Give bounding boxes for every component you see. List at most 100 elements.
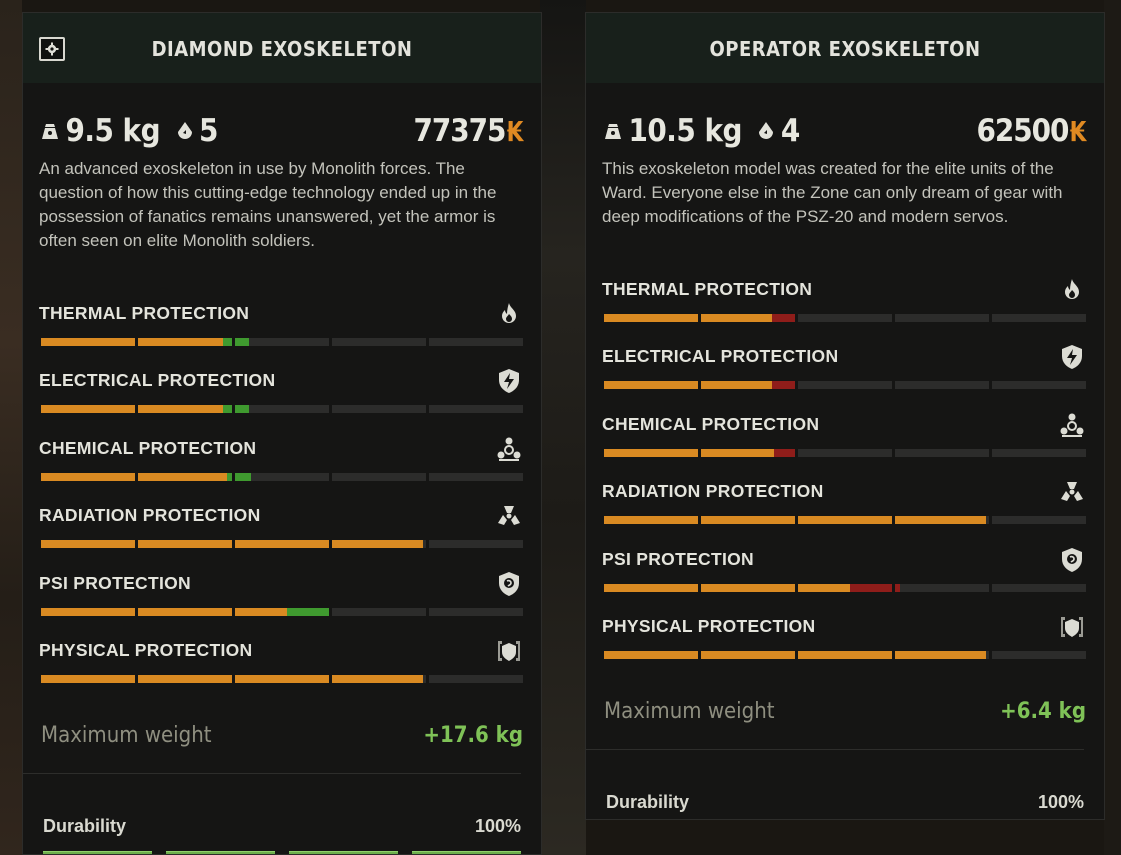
slots-icon xyxy=(759,122,774,139)
protection-bar xyxy=(604,381,1086,390)
protection-bar xyxy=(41,405,523,414)
protection-bar-segment xyxy=(235,472,329,481)
protection-bar-segment xyxy=(604,651,698,659)
protection-bar-segment xyxy=(604,381,698,390)
flame-icon xyxy=(495,300,523,328)
card-header: OPERATOR EXOSKELETON xyxy=(586,13,1104,83)
weight-value: 10.5 kg xyxy=(628,113,742,149)
protection-bonus-fill xyxy=(895,583,900,592)
protection-bar-segment xyxy=(429,472,523,481)
protection-bar-segment xyxy=(604,583,698,592)
protection-bar-segment xyxy=(332,540,426,549)
weight-value: 9.5 kg xyxy=(65,113,161,149)
protection-bar-segment xyxy=(235,607,329,616)
card-header: DIAMOND EXOSKELETON xyxy=(23,13,541,83)
protection-bar-segment xyxy=(429,540,523,549)
protection-fill xyxy=(701,651,795,659)
protection-bar-segment xyxy=(332,607,426,616)
durability-bar xyxy=(43,851,521,854)
protection-bar xyxy=(604,448,1086,457)
protection-fill xyxy=(41,472,135,481)
protection-label: RADIATION PROTECTION xyxy=(39,505,261,526)
durability-segment xyxy=(412,851,521,854)
protection-bar-segment xyxy=(798,583,892,592)
protection-bar-segment xyxy=(41,607,135,616)
durability-segment xyxy=(43,851,152,854)
protection-bar-segment xyxy=(895,314,989,322)
protection-bar-segment xyxy=(895,516,989,525)
flame-icon xyxy=(1058,276,1086,304)
protection-fill xyxy=(235,607,287,616)
protection-label: THERMAL PROTECTION xyxy=(602,279,813,299)
protection-bar xyxy=(41,540,523,549)
protection-bar-segment xyxy=(332,405,426,414)
protection-bar-segment xyxy=(701,583,795,592)
protection-bar-segment xyxy=(235,338,329,346)
protection-row-thermal: THERMAL PROTECTION xyxy=(39,303,523,353)
slots-value: 4 xyxy=(780,113,800,149)
protection-row-radiation: RADIATION PROTECTION xyxy=(602,481,1086,531)
divider xyxy=(23,773,521,774)
item-title: OPERATOR EXOSKELETON xyxy=(709,37,981,61)
protection-label: PSI PROTECTION xyxy=(39,572,191,593)
protection-bar-segment xyxy=(604,314,698,322)
protection-row-thermal: THERMAL PROTECTION xyxy=(602,279,1086,329)
protection-bar xyxy=(604,314,1086,322)
max-weight-label: Maximum weight xyxy=(41,723,212,748)
protection-fill xyxy=(604,448,698,457)
protection-bar-segment xyxy=(138,607,232,616)
background-middle xyxy=(540,0,586,855)
protection-fill xyxy=(701,583,795,592)
protection-row-electrical: ELECTRICAL PROTECTION xyxy=(602,345,1086,396)
protection-bar-segment xyxy=(798,651,892,659)
protection-bar-segment xyxy=(332,675,426,683)
protection-bar-segment xyxy=(235,675,329,683)
weight-icon xyxy=(605,124,621,139)
protection-fill xyxy=(138,338,223,346)
protection-bar-segment xyxy=(992,651,1086,659)
biohazard-icon xyxy=(1058,411,1086,439)
item-description: This exoskeleton model was created for t… xyxy=(602,159,1063,226)
price: 77375₭ xyxy=(413,113,524,149)
item-card-operator-exoskeleton: OPERATOR EXOSKELETON 10.5 kg 4 62500₭ Th… xyxy=(585,12,1105,820)
protection-label: ELECTRICAL PROTECTION xyxy=(602,346,839,367)
protection-fill xyxy=(41,405,135,414)
radiation-icon xyxy=(495,502,523,530)
coupon-currency-icon: ₭ xyxy=(506,115,524,148)
protection-label: PHYSICAL PROTECTION xyxy=(602,616,816,636)
protection-label: PSI PROTECTION xyxy=(602,548,754,569)
protection-fill xyxy=(138,540,232,549)
protection-bar-segment xyxy=(895,651,989,659)
protection-fill xyxy=(604,516,698,525)
protection-bar xyxy=(41,675,523,683)
item-card-diamond-exoskeleton: DIAMOND EXOSKELETON 9.5 kg 5 77375₭ An a… xyxy=(22,12,542,855)
protection-bar-segment xyxy=(332,338,426,346)
protection-bar-segment xyxy=(798,448,892,457)
protection-bonus-fill xyxy=(235,338,250,346)
protection-bar xyxy=(41,338,523,346)
protection-label: CHEMICAL PROTECTION xyxy=(39,437,257,458)
max-weight-row: Maximum weight +6.4 kg xyxy=(604,699,1086,729)
protection-fill xyxy=(701,516,795,525)
protection-bar-segment xyxy=(895,583,989,592)
protection-bar-segment xyxy=(992,516,1086,525)
protection-bar-segment xyxy=(138,675,232,683)
protection-fill xyxy=(798,583,850,592)
max-weight-value: +17.6 kg xyxy=(423,723,523,748)
protection-row-psi: PSI PROTECTION xyxy=(602,547,1086,599)
protection-bar-segment xyxy=(992,314,1086,322)
protection-bar-segment xyxy=(138,338,232,346)
protection-bar-segment xyxy=(429,607,523,616)
protection-fill xyxy=(235,675,329,683)
protection-label: CHEMICAL PROTECTION xyxy=(602,413,820,434)
protection-row-radiation: RADIATION PROTECTION xyxy=(39,505,523,555)
protection-fill xyxy=(701,314,772,322)
protection-bar-segment xyxy=(41,540,135,549)
protection-bar-segment xyxy=(604,516,698,525)
protection-bar-segment xyxy=(138,472,232,481)
max-weight-row: Maximum weight +17.6 kg xyxy=(41,723,523,753)
protection-bar-segment xyxy=(332,472,426,481)
protection-bar-segment xyxy=(798,381,892,390)
protection-label: RADIATION PROTECTION xyxy=(602,481,824,502)
protection-bar-segment xyxy=(41,338,135,346)
